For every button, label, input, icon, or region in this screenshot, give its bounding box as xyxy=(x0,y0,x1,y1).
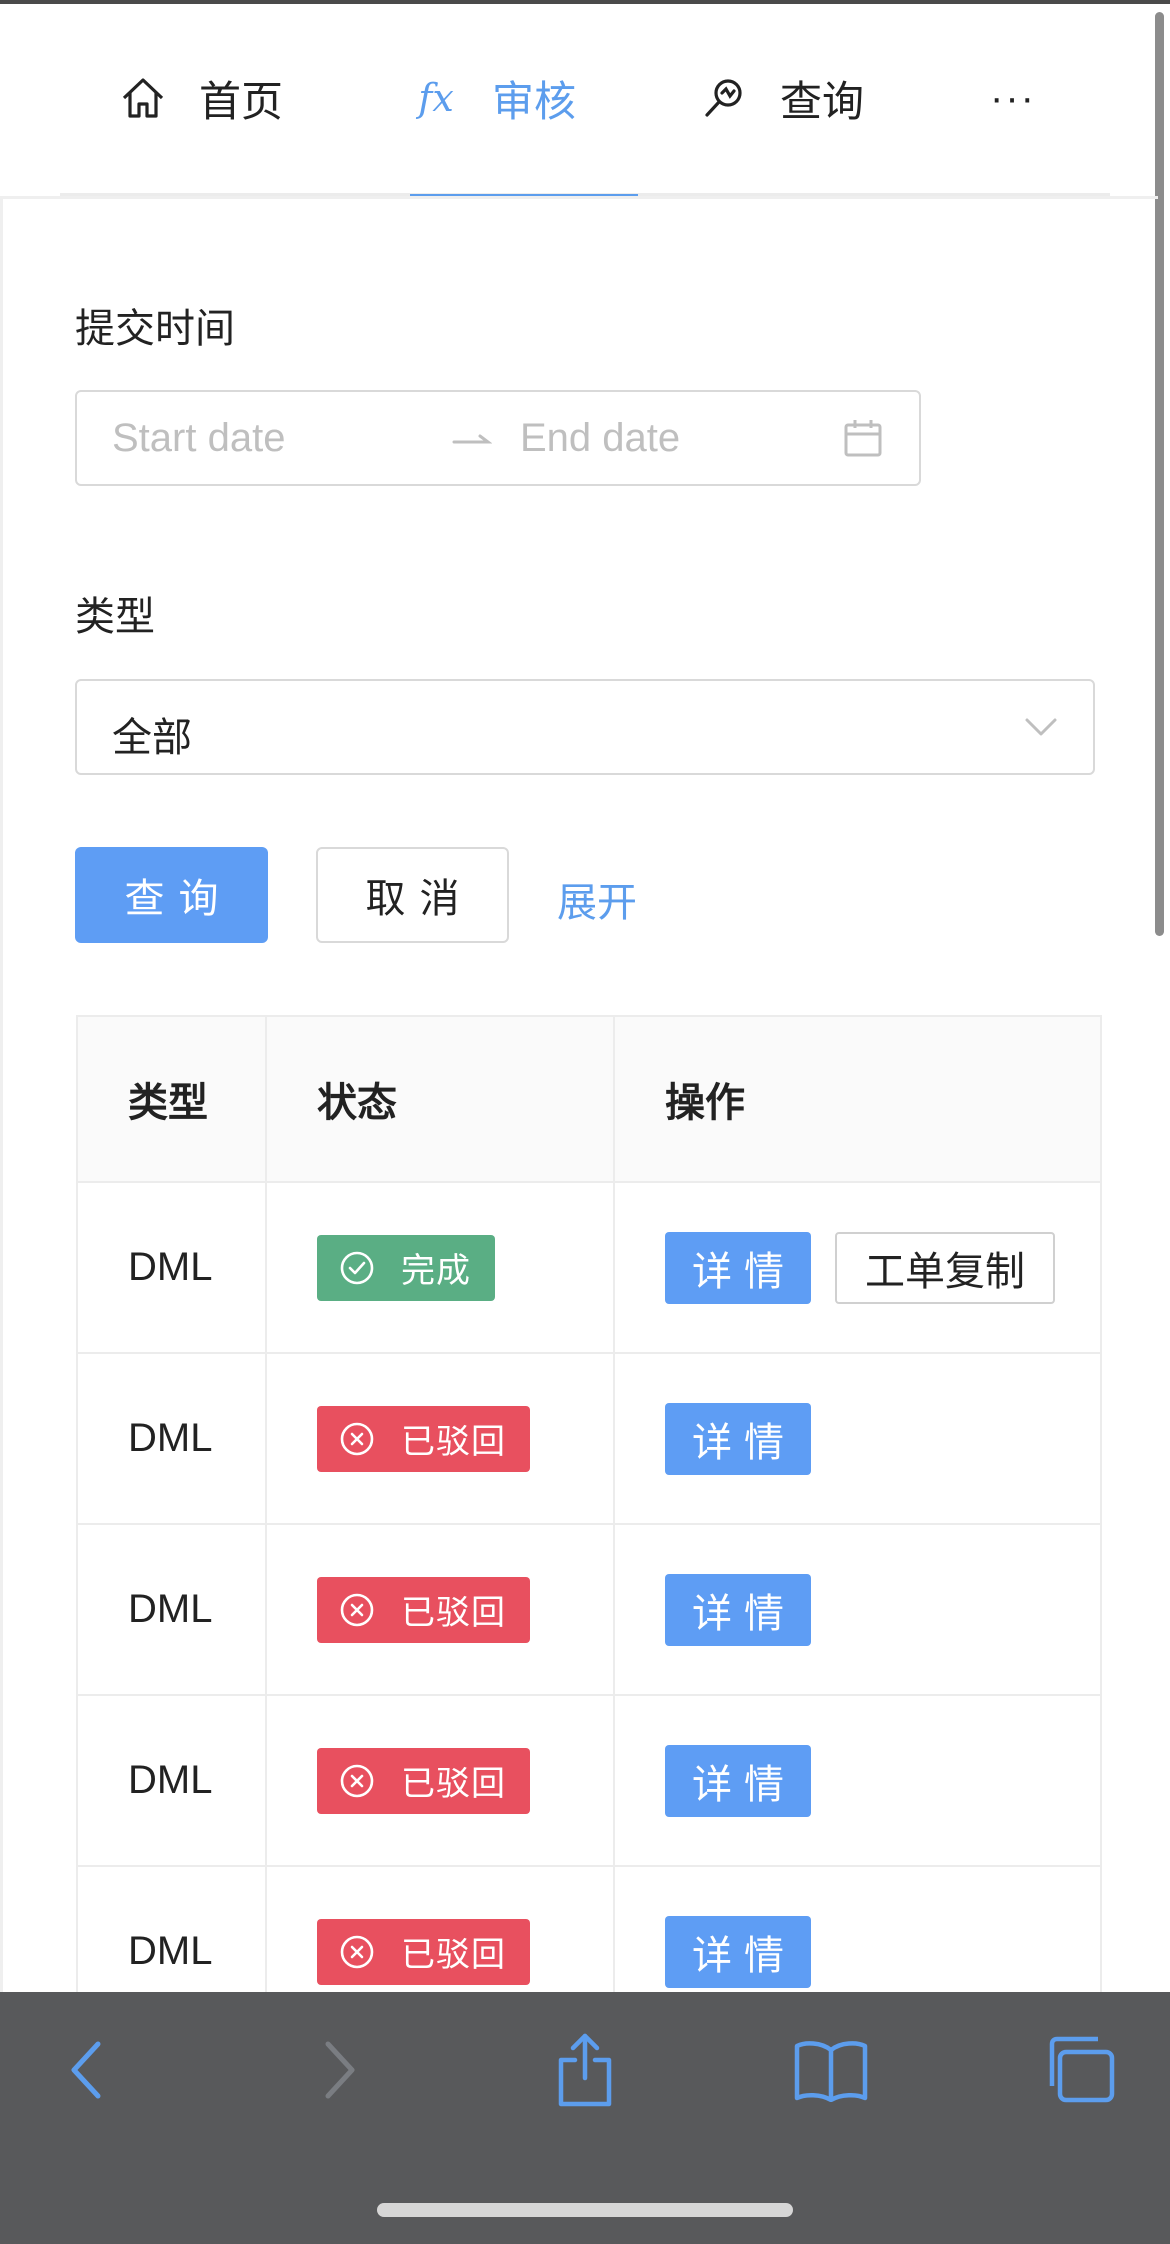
row-type: DML xyxy=(128,1245,213,1289)
copy-order-button[interactable]: 工单复制 xyxy=(835,1231,1055,1304)
range-arrow-icon xyxy=(452,406,493,476)
close-circle-icon xyxy=(340,1935,374,1968)
home-icon xyxy=(117,72,169,124)
type-select-value: 全部 xyxy=(112,716,192,760)
status-badge: 已驳回 xyxy=(317,1918,530,1985)
detail-button[interactable]: 详情 xyxy=(665,1744,811,1817)
nav-label-audit: 审核 xyxy=(492,77,577,125)
row-type: DML xyxy=(128,1587,213,1631)
nav-label-query: 查询 xyxy=(780,77,865,125)
share-icon[interactable] xyxy=(545,2030,625,2110)
chevron-down-icon xyxy=(1023,709,1059,745)
status-badge: 已驳回 xyxy=(317,1747,530,1814)
tabs-icon[interactable] xyxy=(1040,2030,1120,2110)
close-circle-icon xyxy=(340,1764,374,1797)
cancel-button[interactable]: 取消 xyxy=(316,847,509,943)
start-date-input[interactable]: Start date xyxy=(112,416,285,461)
nav-more-button[interactable]: ··· xyxy=(990,0,1036,196)
close-circle-icon xyxy=(340,1593,374,1626)
header-type: 类型 xyxy=(78,1017,267,1181)
table-row: DML 已驳回 详情 xyxy=(78,1696,1100,1867)
row-type: DML xyxy=(128,1758,213,1802)
date-range-picker[interactable]: Start date End date xyxy=(75,390,921,486)
more-icon: ··· xyxy=(990,75,1036,120)
end-date-input[interactable]: End date xyxy=(520,416,680,461)
close-circle-icon xyxy=(340,1422,374,1455)
check-circle-icon xyxy=(340,1251,374,1284)
header-status: 状态 xyxy=(267,1017,615,1181)
back-icon[interactable] xyxy=(48,2030,128,2110)
detail-button[interactable]: 详情 xyxy=(665,1402,811,1475)
status-badge: 已驳回 xyxy=(317,1576,530,1643)
bookmarks-icon[interactable] xyxy=(791,2030,871,2110)
expand-link[interactable]: 展开 xyxy=(557,870,637,928)
table-header-row: 类型 状态 操作 xyxy=(78,1017,1100,1183)
type-label: 类型 xyxy=(75,595,155,639)
row-type: DML xyxy=(128,1929,213,1973)
search-button[interactable]: 查询 xyxy=(75,847,268,943)
orders-table: 类型 状态 操作 DML 完成 详情 工单复制 DML 已驳回 详情 DML 已… xyxy=(76,1015,1102,2038)
top-nav: 首页 fx 审核 查询 ··· xyxy=(60,0,1110,199)
date-label: 提交时间 xyxy=(75,307,235,351)
forward-icon[interactable] xyxy=(298,2030,378,2110)
status-badge: 完成 xyxy=(317,1234,495,1301)
nav-label-home: 首页 xyxy=(199,77,284,125)
table-row: DML 完成 详情 工单复制 xyxy=(78,1183,1100,1354)
fx-icon: fx xyxy=(418,76,454,120)
nav-item-query[interactable]: 查询 xyxy=(698,0,864,196)
header-actions: 操作 xyxy=(665,1081,745,1125)
table-row: DML 已驳回 详情 xyxy=(78,1354,1100,1525)
table-row: DML 已驳回 详情 xyxy=(78,1525,1100,1696)
detail-button[interactable]: 详情 xyxy=(665,1915,811,1988)
row-type: DML xyxy=(128,1416,213,1460)
search-icon xyxy=(698,72,750,124)
calendar-icon xyxy=(843,418,883,458)
detail-button[interactable]: 详情 xyxy=(665,1231,811,1304)
detail-button[interactable]: 详情 xyxy=(665,1573,811,1646)
type-select[interactable]: 全部 xyxy=(75,679,1095,775)
status-badge: 已驳回 xyxy=(317,1405,530,1472)
home-indicator[interactable] xyxy=(377,2203,793,2217)
nav-item-audit[interactable]: fx 审核 xyxy=(410,0,638,199)
nav-item-home[interactable]: 首页 xyxy=(117,0,283,196)
